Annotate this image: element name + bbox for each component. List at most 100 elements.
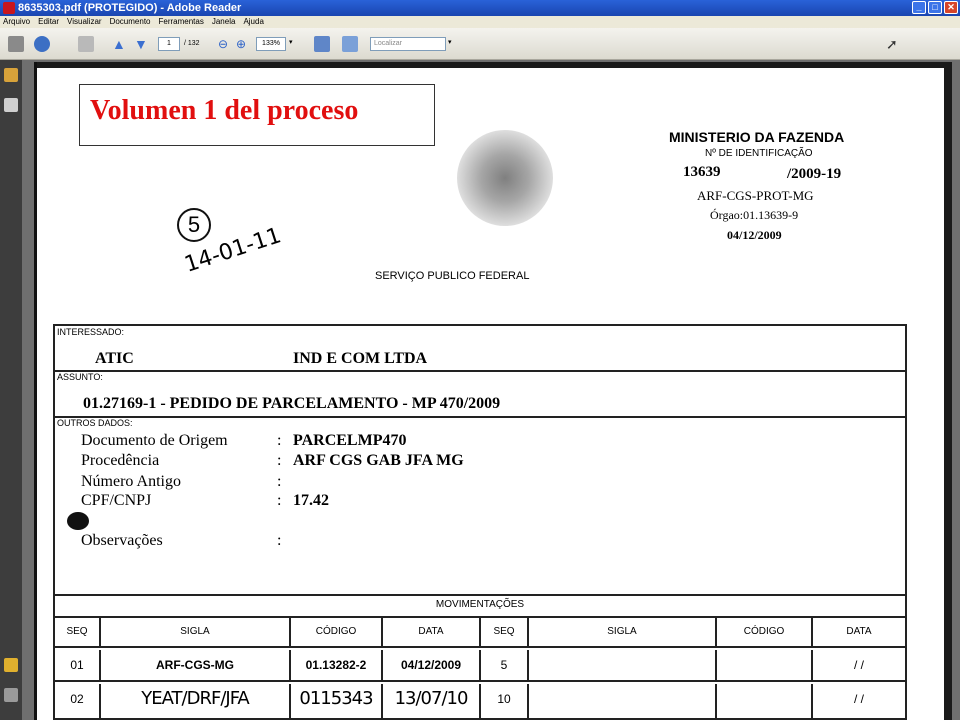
assunto-label: ASSUNTO: — [57, 372, 103, 382]
header-cell: CÓDIGO — [717, 618, 813, 646]
table-row: 01 ARF-CGS-MG 01.13282-2 04/12/2009 5 / … — [55, 650, 905, 682]
header-cell: SEQ — [55, 618, 101, 646]
table-header-row: SEQ SIGLA CÓDIGO DATA SEQ SIGLA CÓDIGO D… — [55, 618, 905, 648]
share-icon[interactable] — [34, 36, 50, 52]
page-total: / 132 — [184, 40, 200, 47]
table-cell: / / — [853, 692, 864, 706]
service-heading: SERVIÇO PUBLICO FEDERAL — [375, 270, 530, 282]
table-cell — [529, 650, 717, 680]
menu-arquivo[interactable]: Arquivo — [3, 16, 30, 28]
table-cell: 5 — [481, 650, 529, 680]
comments-icon[interactable] — [4, 658, 18, 672]
table-cell: 01.13282-2 — [291, 650, 383, 680]
process-form: INTERESSADO: ATIC IND E COM LTDA ASSUNTO… — [53, 324, 907, 596]
window-controls: _ □ ✕ — [912, 1, 958, 14]
orgao-code: Órgao:01.13639-9 — [710, 208, 799, 222]
assunto-value: 01.27169-1 - PEDIDO DE PARCELAMENTO - MP… — [83, 395, 501, 412]
zoom-dropdown-icon[interactable]: ▾ — [289, 38, 293, 54]
scan-edge-top — [37, 62, 952, 68]
form-divider — [55, 416, 905, 418]
attachments-icon[interactable] — [4, 688, 18, 702]
zoom-level-input[interactable]: 133% — [256, 37, 286, 51]
outros-colon: : — [277, 452, 282, 469]
ministry-heading: MINISTERIO DA FAZENDA — [669, 129, 845, 145]
outros-label: OUTROS DADOS: — [57, 418, 133, 428]
outros-key: Observações — [81, 532, 163, 549]
navigation-pane — [0, 60, 22, 720]
table-cell: YEAT/DRF/JFA — [101, 684, 291, 718]
protocol-code: ARF-CGS-PROT-MG — [697, 188, 814, 203]
minimize-button[interactable]: _ — [912, 1, 926, 14]
zoom-out-icon[interactable]: ⊖ — [218, 36, 228, 52]
header-cell: SIGLA — [529, 618, 717, 646]
outros-key: Documento de Origem — [81, 432, 228, 449]
document-area[interactable]: Volumen 1 del proceso MINISTERIO DA FAZE… — [22, 60, 960, 720]
menu-editar[interactable]: Editar — [38, 16, 59, 28]
table-cell: 13/07/10 — [383, 684, 481, 718]
outros-colon: : — [277, 492, 282, 509]
movimentacoes-title: MOVIMENTAÇÕES — [55, 596, 905, 618]
ink-blot — [67, 512, 89, 530]
table-cell: 0115343 — [291, 684, 383, 718]
select-tool-icon[interactable]: ➚ — [886, 36, 898, 52]
table-cell: 01 — [55, 650, 101, 680]
hand-tool-icon[interactable] — [78, 36, 94, 52]
page-number-input[interactable]: 1 — [158, 37, 180, 51]
full-screen-icon[interactable] — [342, 36, 358, 52]
interessado-label: INTERESSADO: — [57, 327, 125, 337]
next-page-icon[interactable]: ▼ — [134, 36, 148, 52]
id-label: Nº DE IDENTIFICAÇÃO — [705, 148, 813, 159]
menu-bar: Arquivo Editar Visualizar Documento Ferr… — [0, 16, 960, 28]
fit-page-icon[interactable] — [314, 36, 330, 52]
outros-colon: : — [277, 432, 282, 449]
interessado-name-a: ATIC — [95, 350, 134, 367]
close-button[interactable]: ✕ — [944, 1, 958, 14]
id-number-right: /2009-19 — [787, 166, 842, 182]
protocol-date: 04/12/2009 — [727, 228, 782, 242]
window-title: 8635303.pdf (PROTEGIDO) - Adobe Reader — [18, 2, 242, 14]
interessado-name-b: IND E COM LTDA — [293, 350, 428, 367]
id-number-left: 13639 — [683, 164, 721, 180]
volume-stamp-text: Volumen 1 del proceso — [90, 95, 359, 126]
table-row: 02 YEAT/DRF/JFA 0115343 13/07/10 10 / / — [55, 684, 905, 718]
outros-colon: : — [277, 532, 282, 549]
previous-page-icon[interactable]: ▲ — [112, 36, 126, 52]
pdf-page: Volumen 1 del proceso MINISTERIO DA FAZE… — [34, 62, 952, 720]
zoom-in-icon[interactable]: ⊕ — [236, 36, 246, 52]
toolbar: ▲ ▼ 1 / 132 ⊖ ⊕ 133% ▾ Localizar ▾ ➚ — [0, 28, 960, 60]
pages-icon[interactable] — [4, 98, 18, 112]
menu-visualizar[interactable]: Visualizar — [67, 16, 102, 28]
movimentacoes-table: MOVIMENTAÇÕES SEQ SIGLA CÓDIGO DATA SEQ … — [53, 596, 907, 720]
table-cell: 10 — [481, 684, 529, 718]
find-dropdown-icon[interactable]: ▾ — [448, 38, 452, 54]
handwritten-number: 5 — [177, 208, 211, 242]
menu-documento[interactable]: Documento — [110, 16, 151, 28]
header-cell: CÓDIGO — [291, 618, 383, 646]
menu-ferramentas[interactable]: Ferramentas — [159, 16, 204, 28]
outros-colon: : — [277, 473, 282, 490]
header-cell: SEQ — [481, 618, 529, 646]
print-icon[interactable] — [8, 36, 24, 52]
table-cell — [529, 684, 717, 718]
coat-of-arms-seal — [457, 130, 553, 226]
adobe-reader-icon — [3, 2, 15, 14]
form-divider — [55, 370, 905, 372]
header-cell: SIGLA — [101, 618, 291, 646]
table-cell: ARF-CGS-MG — [101, 650, 291, 680]
outros-key: CPF/CNPJ — [81, 492, 152, 509]
table-cell: / / — [853, 658, 864, 672]
outros-value: 17.42 — [293, 492, 329, 509]
window-titlebar: 8635303.pdf (PROTEGIDO) - Adobe Reader _… — [0, 0, 960, 16]
security-icon[interactable] — [4, 68, 18, 82]
table-cell: 02 — [55, 684, 101, 718]
table-cell: 04/12/2009 — [383, 650, 481, 680]
find-input[interactable]: Localizar — [370, 37, 446, 51]
table-cell — [717, 684, 813, 718]
menu-ajuda[interactable]: Ajuda — [243, 16, 263, 28]
outros-key: Procedência — [81, 452, 160, 469]
scan-edge-right — [944, 62, 952, 720]
outros-value: ARF CGS GAB JFA MG — [293, 452, 464, 469]
header-cell: DATA — [383, 618, 481, 646]
maximize-button[interactable]: □ — [928, 1, 942, 14]
menu-janela[interactable]: Janela — [212, 16, 236, 28]
